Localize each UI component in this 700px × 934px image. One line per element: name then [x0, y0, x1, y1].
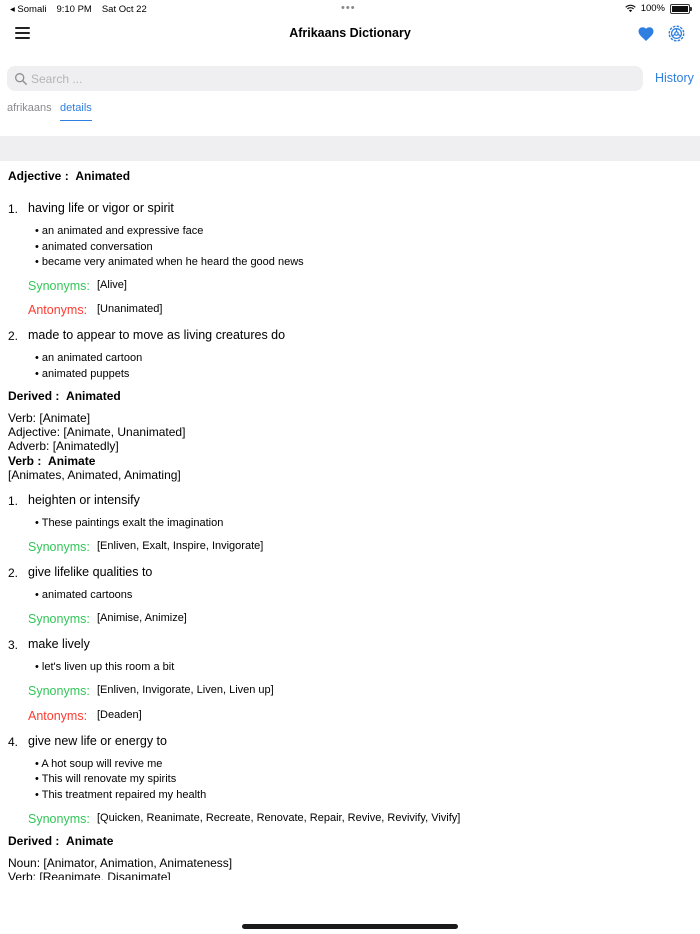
sense-definition: give new life or energy to — [28, 734, 167, 748]
example-item: • became very animated when he heard the… — [35, 256, 304, 268]
pos-label: Adjective : — [8, 169, 69, 183]
carrier-label: ◂ Somali — [10, 4, 47, 15]
example-item: • This will renovate my spirits — [35, 773, 177, 785]
battery-icon — [670, 3, 692, 14]
example-item: • A hot soup will revive me — [35, 758, 163, 770]
example-text: animated puppets — [41, 368, 130, 380]
synonyms-label: Synonyms: — [28, 684, 90, 698]
synonyms-label: Synonyms: — [28, 612, 90, 626]
synonyms-label: Synonyms: — [28, 812, 90, 826]
derived-verb: Verb: [Animate] — [8, 411, 91, 425]
synonyms-value[interactable]: [Enliven, Exalt, Inspire, Invigorate] — [97, 540, 263, 552]
example-text: A hot soup will revive me — [41, 758, 163, 770]
definition-content[interactable]: Adjective : Animated 1. having life or v… — [0, 161, 700, 880]
derived-adjective: Adjective: [Animate, Unanimated] — [8, 425, 186, 439]
history-button[interactable]: History — [655, 71, 694, 85]
example-text: This treatment repaired my health — [41, 789, 207, 801]
synonyms-label: Synonyms: — [28, 540, 90, 554]
wifi-icon — [624, 4, 636, 13]
synonyms-value[interactable]: [Quicken, Reanimate, Recreate, Renovate,… — [97, 812, 460, 824]
heart-icon[interactable] — [637, 25, 655, 43]
pos-word: Animated — [75, 169, 131, 183]
synonyms-value[interactable]: [Alive] — [97, 279, 127, 291]
verb-forms: [Animates, Animated, Animating] — [8, 468, 181, 482]
synonyms-label: Synonyms: — [28, 279, 90, 293]
tab-details[interactable]: details — [60, 102, 92, 121]
sense-number: 1. — [8, 494, 19, 508]
sense-definition: made to appear to move as living creatur… — [28, 328, 286, 342]
sense-definition: having life or vigor or spirit — [28, 201, 174, 215]
battery-percent: 100% — [640, 3, 665, 14]
derived-header: Derived : Animate — [8, 834, 113, 848]
example-item: • This treatment repaired my health — [35, 789, 207, 801]
example-text: an animated cartoon — [41, 352, 143, 364]
synonyms-value[interactable]: [Animise, Animize] — [97, 612, 187, 624]
example-text: This will renovate my spirits — [41, 773, 177, 785]
example-item: • an animated and expressive face — [35, 225, 204, 237]
example-item: • These paintings exalt the imagination — [35, 517, 224, 529]
synonyms-value[interactable]: [Enliven, Invigorate, Liven, Liven up] — [97, 684, 274, 696]
example-item: • let's liven up this room a bit — [35, 661, 175, 673]
time-label: 9:10 PM — [56, 4, 92, 15]
search-input[interactable] — [29, 69, 633, 89]
derived-word: Animated — [66, 389, 121, 403]
sense-definition: give lifelike qualities to — [28, 565, 153, 579]
sense-number: 3. — [8, 638, 19, 652]
pos-word: Animate — [48, 454, 96, 468]
status-bar: ◂ Somali 9:10 PM Sat Oct 22 ••• 100% — [0, 0, 700, 18]
sense-number: 1. — [8, 202, 19, 216]
sense-number: 2. — [8, 329, 19, 343]
derived-label: Derived : — [8, 389, 60, 403]
example-item: • animated conversation — [35, 241, 153, 253]
section-divider — [0, 136, 700, 161]
derived-header: Derived : Animated — [8, 389, 121, 403]
sense-definition: heighten or intensify — [28, 493, 140, 507]
derived-adverb: Adverb: [Animatedly] — [8, 439, 119, 453]
derived-label: Derived : — [8, 834, 60, 848]
antonyms-label: Antonyms: — [28, 709, 88, 723]
multitasking-dots-icon[interactable]: ••• — [341, 2, 356, 14]
part-of-speech-header: Adjective : Animated — [8, 169, 130, 183]
sense-number: 2. — [8, 566, 19, 580]
example-text: These paintings exalt the imagination — [41, 517, 224, 529]
sense-number: 4. — [8, 735, 19, 749]
tab-afrikaans[interactable]: afrikaans — [7, 102, 52, 114]
home-indicator[interactable] — [242, 924, 458, 929]
part-of-speech-header: Verb : Animate — [8, 454, 95, 468]
example-item: • animated puppets — [35, 368, 130, 380]
derived-word: Animate — [66, 834, 114, 848]
example-text: became very animated when he heard the g… — [41, 256, 304, 268]
page-title: Afrikaans Dictionary — [289, 26, 411, 40]
antonyms-value[interactable]: [Deaden] — [97, 709, 142, 721]
example-item: • animated cartoons — [35, 589, 133, 601]
navigation-bar: Afrikaans Dictionary — [0, 20, 700, 48]
derived-noun: Noun: [Animator, Animation, Animateness] — [8, 856, 233, 870]
sense-definition: make lively — [28, 637, 90, 651]
example-text: animated cartoons — [41, 589, 133, 601]
search-icon — [15, 73, 27, 85]
date-label: Sat Oct 22 — [101, 4, 147, 15]
gear-icon[interactable] — [667, 24, 686, 43]
example-text: animated conversation — [41, 241, 153, 253]
pos-label: Verb : — [8, 454, 42, 468]
antonyms-label: Antonyms: — [28, 303, 88, 317]
example-text: let's liven up this room a bit — [41, 661, 175, 673]
example-text: an animated and expressive face — [41, 225, 204, 237]
example-item: • an animated cartoon — [35, 352, 143, 364]
search-bar[interactable] — [7, 66, 643, 91]
antonyms-value[interactable]: [Unanimated] — [97, 303, 162, 315]
derived-verb: Verb: [Reanimate, Disanimate] — [8, 870, 171, 880]
